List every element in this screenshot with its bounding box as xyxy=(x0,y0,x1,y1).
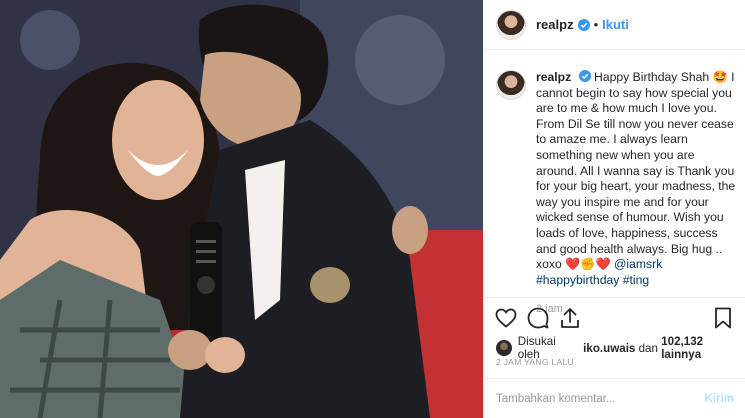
liker-username[interactable]: iko.uwais xyxy=(583,342,635,355)
comment-box: Kirim xyxy=(484,378,745,418)
actions-divider xyxy=(484,297,745,298)
avatar[interactable] xyxy=(496,9,526,40)
caption: realpz Happy Birthday Shah 🤩 I cannot be… xyxy=(536,70,736,318)
caption-row: realpz Happy Birthday Shah 🤩 I cannot be… xyxy=(496,70,736,318)
post-header: realpz • Ikuti xyxy=(484,0,745,50)
header-username[interactable]: realpz xyxy=(536,17,574,32)
verified-badge-icon xyxy=(578,70,591,82)
post-timestamp: 2 JAM YANG LALU xyxy=(496,357,574,367)
photo-illustration xyxy=(0,0,483,418)
caption-avatar[interactable] xyxy=(496,70,526,100)
comment-icon[interactable] xyxy=(526,306,550,330)
caption-username[interactable]: realpz xyxy=(536,70,571,84)
mention-link[interactable]: @iamsrk xyxy=(614,257,662,271)
share-icon[interactable] xyxy=(558,306,582,330)
post-sidebar: realpz • Ikuti realpz Happy Birthday Sha… xyxy=(483,0,745,418)
post-comment-button[interactable]: Kirim xyxy=(705,393,734,405)
likes-count-link[interactable]: 102,132 lainnya xyxy=(661,335,745,361)
follow-button[interactable]: Ikuti xyxy=(602,17,629,32)
separator-dot: • xyxy=(593,17,599,32)
post-photo[interactable] xyxy=(0,0,483,418)
action-icons xyxy=(494,306,582,330)
heart-icon[interactable] xyxy=(494,306,518,330)
likes-middle: dan xyxy=(638,341,658,355)
comment-input[interactable] xyxy=(496,392,705,405)
liker-avatar[interactable] xyxy=(496,340,512,356)
verified-badge-icon xyxy=(577,18,590,31)
caption-text: Happy Birthday Shah 🤩 I cannot begin to … xyxy=(536,70,736,272)
bookmark-icon[interactable] xyxy=(711,306,735,330)
hashtag-links[interactable]: #happybirthday #ting xyxy=(536,273,736,289)
